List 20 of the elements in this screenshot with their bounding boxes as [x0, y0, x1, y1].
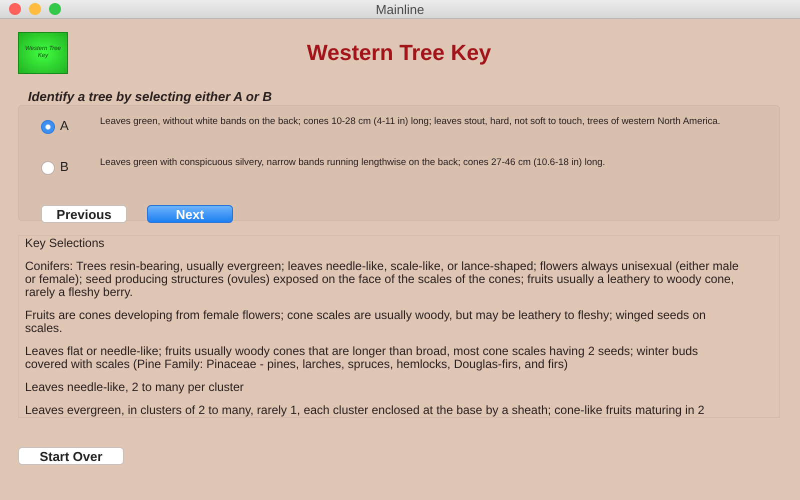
selection-paragraph: Conifers: Trees resin-bearing, usually evergreen; leaves needle-like, scale-like, or lance-shaped; flowers always unisexual (either male or female); seed producing structures (ovules) exposed on the face of the scales of the cones; fruits usually a leathery to woody cone, rarely a fleshy berry.	[25, 260, 740, 299]
app-title: Western Tree Key	[306, 40, 492, 66]
option-text: Leaves green with conspicuous silvery, narrow bands running lengthwise on the back; cones 27-46 cm (10.6-18 in) long.	[100, 157, 606, 169]
option-text: Leaves green, without white bands on the back; cones 10-28 cm (4-11 in) long; leaves stout, hard, not soft to touch, trees of western North America.	[100, 116, 722, 128]
previous-button[interactable]: Previous	[41, 205, 127, 223]
option-label: A	[60, 118, 70, 133]
selection-paragraph: Leaves flat or needle-like; fruits usually woody cones that are longer than broad, most cone scales having 2 seeds; winter buds covered with scales (Pine Family: Pinaceae - pines, larches, spruces, hemlocks, Douglas-firs, and firs)	[25, 345, 700, 371]
window-title: Mainline	[376, 2, 424, 16]
selection-paragraph: Fruits are cones developing from female flowers; cone scales are usually woody, but may be leathery to fleshy; winged seeds on scales.	[25, 309, 707, 335]
minimize-icon[interactable]	[29, 3, 41, 15]
radio-button[interactable]	[41, 120, 55, 134]
selection-paragraph: Leaves evergreen, in clusters of 2 to many, rarely 1, each cluster enclosed at the base by a sheath; cone-like fruits maturing in 2	[25, 404, 706, 417]
prompt-heading: Identify a tree by selecting either A or B	[28, 89, 272, 104]
selections-heading: Key Selections	[25, 237, 106, 250]
option-label: B	[60, 159, 70, 174]
selection-paragraph: Leaves needle-like, 2 to many per cluster	[25, 381, 245, 394]
maximize-icon[interactable]	[49, 3, 61, 15]
radio-button[interactable]	[41, 161, 55, 175]
close-icon[interactable]	[9, 3, 21, 15]
start-over-button[interactable]: Start Over	[18, 447, 124, 465]
